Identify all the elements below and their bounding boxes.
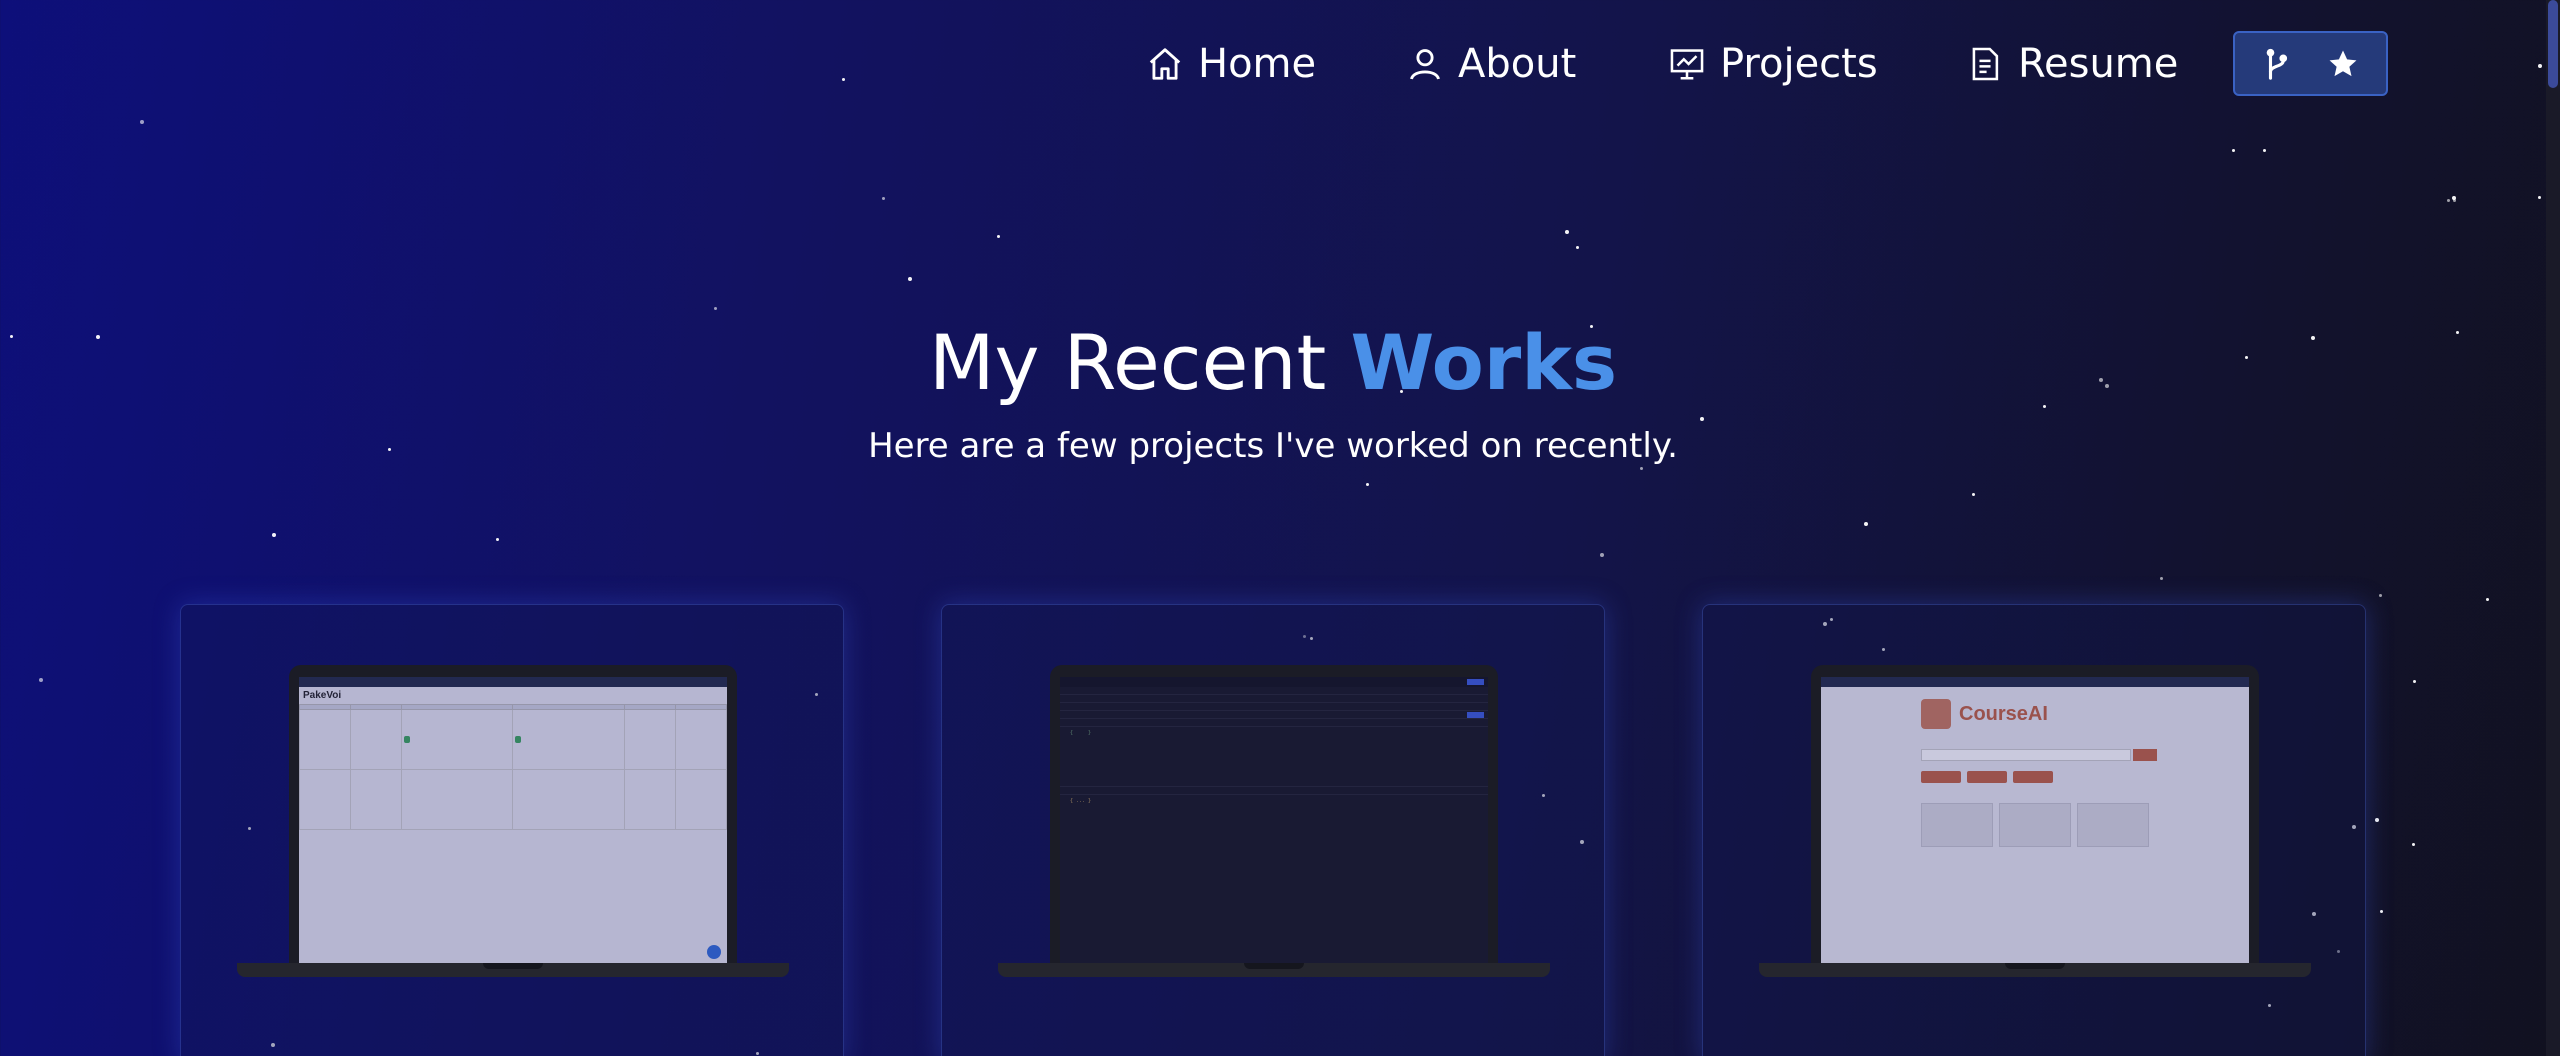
star [2263,149,2266,152]
scrollbar-thumb[interactable] [2548,0,2558,88]
screenshot-title: CourseAI [1959,702,2048,725]
page-title: My Recent Works [0,318,2546,407]
star [1700,417,1704,421]
project-card[interactable]: { } { ... } [941,604,1605,1056]
nav-label-resume: Resume [2018,41,2179,87]
navbar: Home About Projects Resume [0,0,2546,128]
star [2412,843,2415,846]
star [272,533,276,537]
project-card[interactable]: CourseAI [1702,604,2366,1056]
star [1640,467,1643,470]
nav-label-home: Home [1198,41,1317,87]
nav-link-resume[interactable]: Resume [1966,36,2178,92]
star [2160,577,2163,580]
document-icon [1972,47,1999,81]
page-subtitle: Here are a few projects I've worked on r… [868,426,1678,466]
star [882,197,885,200]
project-image[interactable]: PakeVoi [237,665,789,985]
laptop-lid: PakeVoi [289,665,737,965]
home-icon [1149,48,1181,80]
nav-link-projects[interactable]: Projects [1668,36,1878,92]
star [1864,522,1868,526]
star [908,277,912,281]
fork-icon [2266,48,2287,80]
page-title-prefix: My Recent [928,318,1351,407]
star [1565,230,1569,234]
project-card[interactable]: PakeVoi [180,604,844,1056]
star [997,235,1000,238]
star [39,678,43,682]
star [2379,594,2382,597]
star [2375,818,2379,822]
nav-link-about[interactable]: About [1406,36,1576,92]
project-screenshot: { } { ... } [1060,677,1488,965]
star [496,538,499,541]
github-star-button[interactable] [2233,31,2388,96]
project-screenshot: CourseAI [1821,677,2249,965]
laptop-lid: CourseAI [1811,665,2259,965]
page-title-accent: Works [1350,318,1618,407]
project-image[interactable]: CourseAI [1759,665,2311,985]
project-screenshot: PakeVoi [299,677,727,965]
star [2453,199,2456,202]
star [2232,149,2235,152]
screenshot-title: PakeVoi [303,690,342,701]
scrollbar[interactable] [2546,0,2560,1056]
nav-link-home[interactable]: Home [1146,36,1316,92]
project-image[interactable]: { } { ... } [998,665,1550,985]
star [714,307,717,310]
star-icon [2329,50,2356,76]
presentation-icon [1670,49,1704,80]
courseai-logo-icon [1921,699,1951,729]
user-icon [1410,49,1440,80]
star [2413,680,2416,683]
star [2447,199,2450,202]
star [1972,493,1975,496]
nav-label-about: About [1458,41,1577,87]
laptop-lid: { } { ... } [1050,665,1498,965]
star [2380,910,2383,913]
star [1600,553,1604,557]
star [1366,483,1369,486]
star [2538,196,2541,199]
star [2486,598,2489,601]
star [1576,246,1579,249]
nav-label-projects: Projects [1720,41,1878,87]
